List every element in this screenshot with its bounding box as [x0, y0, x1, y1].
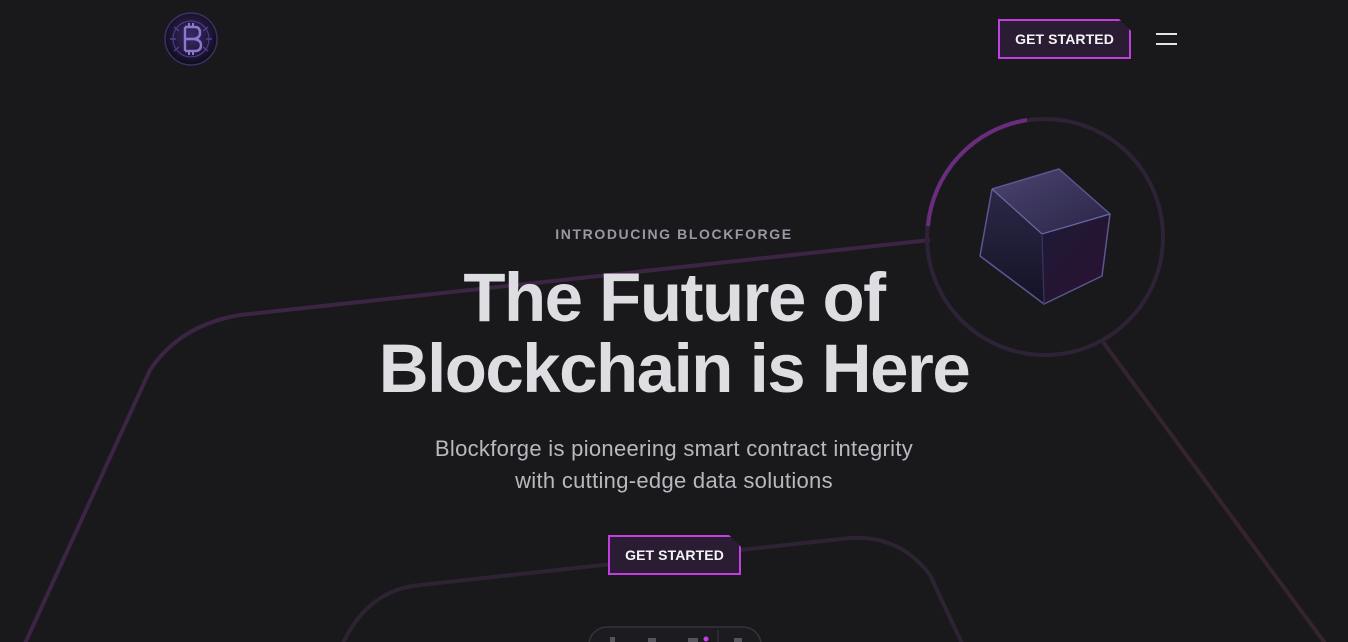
scroll-preview-element	[588, 626, 762, 642]
site-header: GET STARTED	[0, 0, 1348, 80]
hero-headline-line-2: Blockchain is Here	[378, 330, 971, 407]
hero-headline: The Future of Blockchain is Here	[0, 262, 1348, 404]
landing-page: GET STARTED INTRODUCING BLOCKFORGE The F…	[0, 0, 1348, 642]
header-get-started-button[interactable]: GET STARTED	[998, 19, 1131, 59]
hero-subtitle: Blockforge is pioneering smart contract …	[0, 433, 1348, 497]
hero-eyebrow: INTRODUCING BLOCKFORGE	[555, 226, 793, 242]
hero-subtitle-line-2: with cutting-edge data solutions	[515, 468, 833, 493]
hero-get-started-button[interactable]: GET STARTED	[608, 535, 741, 575]
hamburger-menu-icon[interactable]	[1154, 28, 1180, 50]
blockforge-logo-icon[interactable]	[164, 12, 218, 66]
hero-get-started-label: GET STARTED	[625, 547, 724, 563]
hero-subtitle-line-1: Blockforge is pioneering smart contract …	[434, 436, 914, 461]
header-get-started-label: GET STARTED	[1015, 31, 1114, 47]
hero-headline-line-1: The Future of	[463, 259, 886, 336]
